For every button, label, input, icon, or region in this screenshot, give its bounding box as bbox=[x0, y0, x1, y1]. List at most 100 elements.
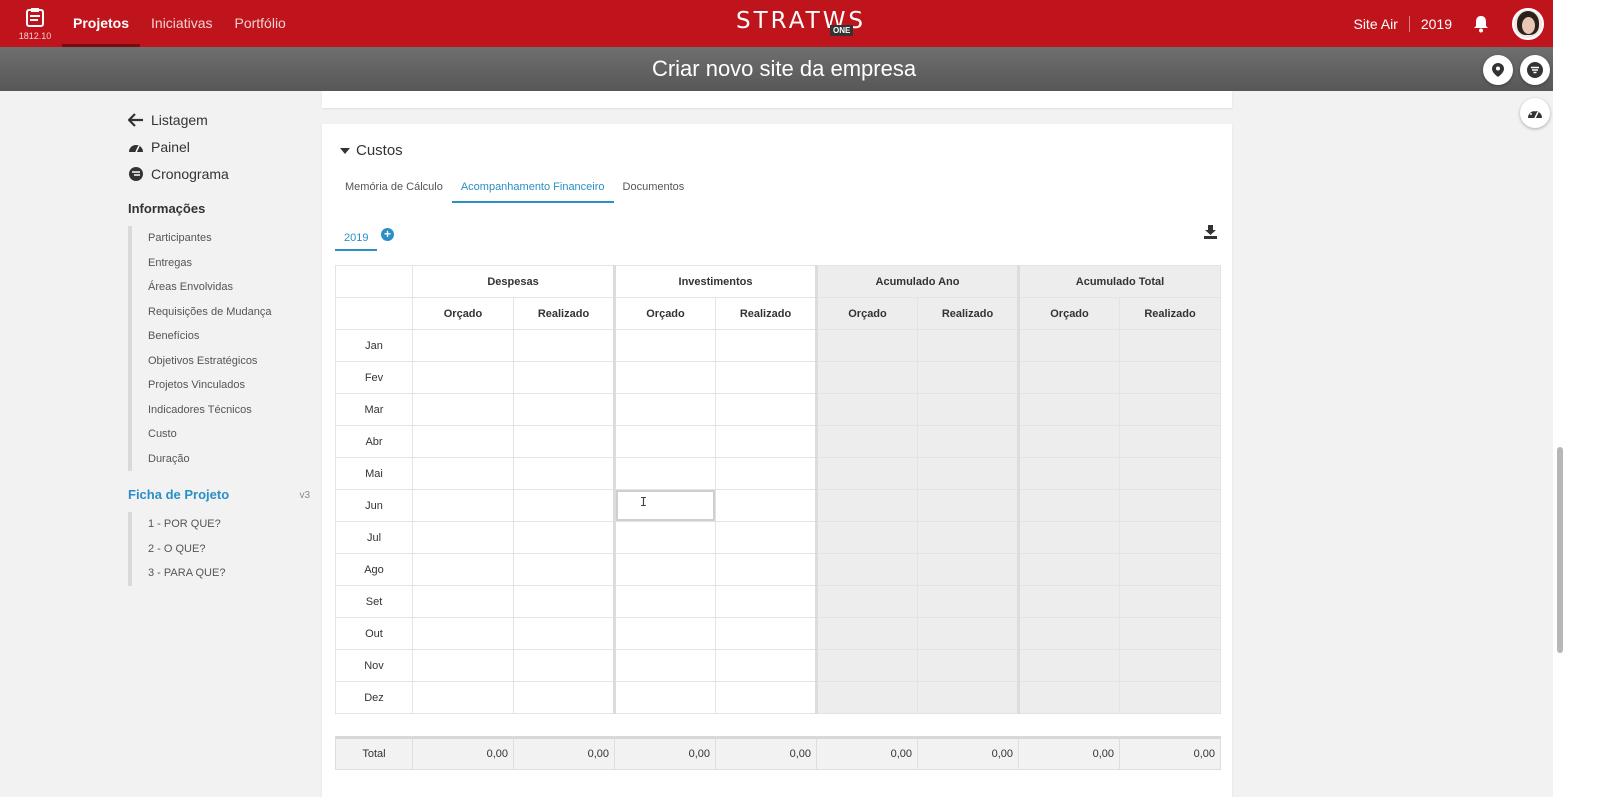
costs-title: Custos bbox=[356, 142, 403, 159]
info-item[interactable]: Duração bbox=[148, 447, 310, 472]
info-item[interactable]: Áreas Envolvidas bbox=[148, 275, 310, 300]
value-input-cell[interactable] bbox=[715, 361, 817, 394]
value-input-cell[interactable] bbox=[412, 425, 514, 458]
value-input-cell[interactable] bbox=[715, 393, 817, 426]
tab-acompanhamento-financeiro[interactable]: Acompanhamento Financeiro bbox=[451, 176, 614, 203]
info-item[interactable]: Indicadores Técnicos bbox=[148, 398, 310, 423]
value-input-cell[interactable] bbox=[613, 329, 716, 362]
year-selector[interactable]: 2019 bbox=[1410, 16, 1472, 32]
value-input-cell[interactable] bbox=[613, 393, 716, 426]
value-input-cell[interactable] bbox=[513, 681, 615, 714]
stratws-logo: STRATWS ONE bbox=[736, 8, 863, 40]
info-item[interactable]: Requisições de Mudança bbox=[148, 300, 310, 325]
info-item[interactable]: Entregas bbox=[148, 251, 310, 276]
value-input-cell[interactable] bbox=[513, 393, 615, 426]
tab-documentos[interactable]: Documentos bbox=[614, 176, 694, 203]
value-input-cell[interactable] bbox=[613, 649, 716, 682]
ficha-item[interactable]: 1 - POR QUE? bbox=[148, 512, 310, 537]
nav-tab-portfolio[interactable]: Portfólio bbox=[223, 0, 296, 47]
info-item[interactable]: Custo bbox=[148, 422, 310, 447]
value-input-cell[interactable] bbox=[412, 649, 514, 682]
user-avatar[interactable] bbox=[1512, 7, 1544, 40]
value-input-cell[interactable] bbox=[613, 553, 716, 586]
nav-tab-iniciativas[interactable]: Iniciativas bbox=[140, 0, 223, 47]
year-tab-2019[interactable]: 2019 bbox=[335, 226, 378, 251]
value-input-cell[interactable] bbox=[412, 393, 514, 426]
download-icon[interactable] bbox=[1203, 224, 1218, 240]
value-input-cell[interactable] bbox=[412, 585, 514, 618]
bell-icon[interactable] bbox=[1472, 15, 1490, 33]
ficha-item[interactable]: 3 - PARA QUE? bbox=[148, 561, 310, 586]
value-input-cell[interactable] bbox=[613, 681, 716, 714]
ficha-title[interactable]: Ficha de Projeto bbox=[128, 487, 229, 502]
tab-memoria-calculo[interactable]: Memória de Cálculo bbox=[336, 176, 452, 203]
ficha-list: 1 - POR QUE? 2 - O QUE? 3 - PARA QUE? bbox=[128, 512, 310, 586]
page-scrollbar[interactable] bbox=[1553, 0, 1568, 797]
value-input-cell[interactable] bbox=[513, 617, 615, 650]
sidebar: Listagem Painel Cronograma Informações P… bbox=[128, 91, 310, 586]
value-input-cell[interactable] bbox=[513, 649, 615, 682]
value-input-cell[interactable] bbox=[613, 585, 716, 618]
value-input-cell[interactable] bbox=[715, 521, 817, 554]
dashboard-gauge-icon bbox=[1528, 109, 1542, 119]
dashboard-gauge-icon bbox=[129, 144, 143, 152]
value-input-cell[interactable] bbox=[513, 457, 615, 490]
value-input-cell[interactable] bbox=[513, 585, 615, 618]
total-value: 0,00 bbox=[715, 736, 817, 770]
value-input-cell[interactable] bbox=[715, 553, 817, 586]
location-button[interactable] bbox=[1483, 55, 1513, 85]
scrollbar-thumb[interactable] bbox=[1557, 447, 1563, 653]
value-input-cell[interactable] bbox=[412, 457, 514, 490]
value-input-cell[interactable] bbox=[715, 649, 817, 682]
value-input-cell[interactable] bbox=[412, 329, 514, 362]
value-input-cell[interactable] bbox=[715, 329, 817, 362]
value-input-cell[interactable] bbox=[513, 521, 615, 554]
value-input-cell[interactable] bbox=[513, 361, 615, 394]
value-input-cell[interactable] bbox=[412, 489, 514, 522]
value-input-cell[interactable] bbox=[715, 425, 817, 458]
ficha-item[interactable]: 2 - O QUE? bbox=[148, 537, 310, 562]
group-header-acumulado-ano: Acumulado Ano bbox=[815, 265, 1019, 298]
value-input-cell[interactable] bbox=[412, 681, 514, 714]
value-input-cell[interactable] bbox=[513, 553, 615, 586]
value-input-cell[interactable] bbox=[412, 617, 514, 650]
sidebar-link-painel[interactable]: Painel bbox=[128, 133, 310, 160]
value-input-cell[interactable] bbox=[715, 681, 817, 714]
avatar-face bbox=[1522, 16, 1535, 34]
info-item[interactable]: Participantes bbox=[148, 226, 310, 251]
computed-cell bbox=[1119, 393, 1221, 426]
info-item[interactable]: Projetos Vinculados bbox=[148, 373, 310, 398]
value-input-cell[interactable] bbox=[613, 457, 716, 490]
value-input-cell[interactable] bbox=[513, 489, 615, 522]
computed-cell bbox=[1017, 457, 1120, 490]
value-input-cell[interactable] bbox=[412, 521, 514, 554]
info-item[interactable]: Objetivos Estratégicos bbox=[148, 349, 310, 374]
filter-button[interactable] bbox=[1520, 55, 1550, 85]
sidebar-link-listagem[interactable]: Listagem bbox=[128, 106, 310, 133]
add-year-icon[interactable]: + bbox=[381, 228, 394, 241]
value-input-cell[interactable] bbox=[715, 617, 817, 650]
value-input-cell[interactable] bbox=[613, 617, 716, 650]
computed-cell bbox=[815, 457, 918, 490]
value-input-cell[interactable] bbox=[412, 553, 514, 586]
app-home-button[interactable]: 1812.10 bbox=[18, 7, 52, 43]
dashboard-button[interactable] bbox=[1520, 98, 1550, 128]
sidebar-link-cronograma[interactable]: Cronograma bbox=[128, 160, 310, 187]
site-selector[interactable]: Site Air bbox=[1353, 15, 1410, 32]
nav-tab-projetos[interactable]: Projetos bbox=[62, 0, 141, 47]
value-input-cell[interactable]: I bbox=[613, 489, 716, 522]
info-item[interactable]: Benefícios bbox=[148, 324, 310, 349]
value-input-cell[interactable] bbox=[513, 425, 615, 458]
value-input-cell[interactable] bbox=[513, 329, 615, 362]
costs-header[interactable]: Custos bbox=[340, 142, 403, 159]
value-input-cell[interactable] bbox=[715, 585, 817, 618]
value-input-cell[interactable] bbox=[613, 361, 716, 394]
ficha-version: v3 bbox=[299, 490, 310, 501]
value-input-cell[interactable] bbox=[715, 457, 817, 490]
value-input-cell[interactable] bbox=[613, 425, 716, 458]
value-input-cell[interactable] bbox=[715, 489, 817, 522]
month-row: Set bbox=[335, 585, 1221, 618]
value-input-cell[interactable] bbox=[412, 361, 514, 394]
value-input-cell[interactable] bbox=[613, 521, 716, 554]
month-row: Dez bbox=[335, 681, 1221, 714]
